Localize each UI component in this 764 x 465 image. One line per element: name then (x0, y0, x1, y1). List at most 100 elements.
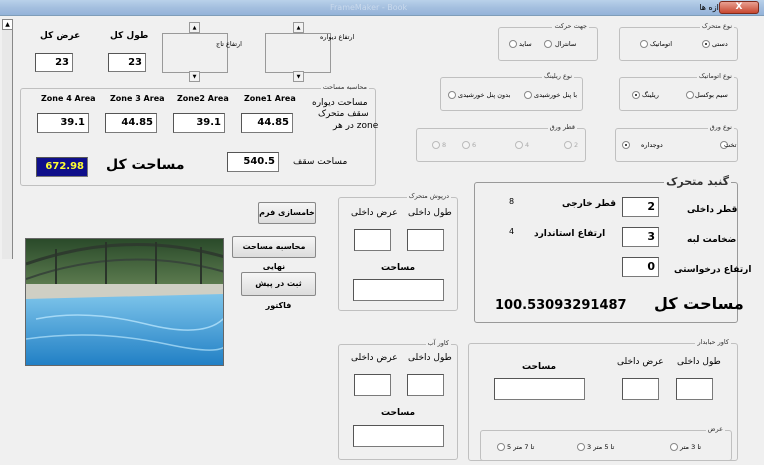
radio-dia-6-label: 6 (472, 141, 477, 149)
radio-dia-6[interactable] (462, 141, 470, 149)
crown-height-spinner[interactable] (162, 33, 228, 73)
total-width-label: عرض کل (40, 31, 81, 41)
wall-height-spin-down-icon[interactable]: ▼ (293, 71, 304, 82)
total-area-output: 672.98 (36, 157, 88, 177)
radio-dia-4[interactable] (515, 141, 523, 149)
total-length-input[interactable]: 23 (108, 53, 146, 72)
roof-area-label: مساحت سقف (293, 157, 348, 167)
dome-standard-height-value: 4 (509, 227, 515, 236)
radio-manual-label: دستی (712, 40, 728, 48)
total-width-input[interactable]: 23 (35, 53, 73, 72)
dome-requested-height-label: ارتفاع درخواستی (674, 265, 752, 275)
radio-manual[interactable] (702, 40, 710, 48)
scrollbar[interactable]: ▲ (2, 19, 13, 259)
radio-cable[interactable] (686, 91, 694, 99)
auto-type-title: نوع اتوماتیک (696, 72, 734, 80)
radio-side-label: ساید (519, 40, 532, 48)
radio-5-to-7m[interactable] (497, 443, 505, 451)
radio-with-solar[interactable] (524, 91, 532, 99)
fixed-cover-title: کاور حبابدار (695, 338, 731, 346)
radio-central[interactable] (544, 40, 552, 48)
radio-up-to-3m-label: تا 3 متر (680, 443, 702, 451)
dome-requested-height-input[interactable]: 0 (622, 257, 659, 277)
radio-dia-8[interactable] (432, 141, 440, 149)
motion-direction-title: جهت حرکت (552, 22, 589, 30)
radio-3-to-5m[interactable] (577, 443, 585, 451)
water-cover-width-input[interactable] (354, 374, 391, 396)
zone1-area-input[interactable]: 44.85 (241, 113, 293, 133)
dome-inner-dia-input[interactable]: 2 (622, 197, 659, 217)
moving-door-title: درپوش متحرک (406, 192, 451, 200)
crown-height-spin-down-icon[interactable]: ▼ (189, 71, 200, 82)
radio-3-to-5m-label: 3 تا 5 متر (587, 443, 615, 451)
radio-5-to-7m-label: 5 تا 7 متر (507, 443, 535, 451)
radio-with-solar-label: با پنل خورشیدی (534, 91, 578, 99)
wall-height-label: ارتفاع دیواره (320, 33, 355, 41)
radio-side[interactable] (509, 40, 517, 48)
total-length-label: طول کل (110, 31, 149, 41)
zone3-label: Zone 3 Area (110, 94, 165, 103)
final-area-calc-button[interactable]: محاسبه مساحت نهایی (232, 236, 316, 271)
radio-railing-label: ریلینگ (642, 91, 659, 99)
moving-door-area-label: مساحت (381, 263, 416, 273)
pool-enclosure-image (26, 239, 223, 365)
radio-double-wall-label: دوجداره (641, 141, 663, 149)
water-cover-width-label: عرض داخلی (351, 353, 398, 363)
radio-up-to-3m[interactable] (670, 443, 678, 451)
water-cover-area-input[interactable] (353, 425, 444, 447)
background-window-title: FrameMaker - Book (330, 3, 408, 12)
roof-area-input[interactable]: 540.5 (227, 152, 279, 172)
fixed-cover-width-input[interactable] (622, 378, 659, 400)
dome-total-area-label: مساحت کل (654, 294, 744, 313)
wall-height-spin-up-icon[interactable]: ▲ (293, 22, 304, 33)
fixed-cover-area-input[interactable] (494, 378, 585, 400)
reset-form-button[interactable]: خامسازی فرم (258, 202, 316, 224)
motion-type-title: نوع متحرک (699, 22, 734, 30)
zone2-area-input[interactable]: 39.1 (173, 113, 225, 133)
zone4-area-input[interactable]: 39.1 (37, 113, 89, 133)
moving-door-length-label: طول داخلی (408, 208, 452, 218)
dome-wall-thickness-label: ضخامت لبه (687, 235, 737, 245)
pool-photo (25, 238, 224, 366)
dome-outer-dia-value: 8 (509, 197, 515, 206)
radio-automatic[interactable] (640, 40, 648, 48)
sheet-type-title: نوع ورق (707, 123, 734, 131)
radio-without-solar[interactable] (448, 91, 456, 99)
crown-height-label: ارتفاع تاج (216, 40, 242, 48)
radio-railing[interactable] (632, 91, 640, 99)
scroll-up-arrow-icon[interactable]: ▲ (2, 19, 13, 30)
zone-desc-line2: سقف متحرک (318, 109, 369, 119)
total-area-label: مساحت کل (106, 157, 185, 173)
title-bar: FrameMaker - Book انتخاب اندازه ها X (0, 0, 764, 16)
water-cover-length-input[interactable] (407, 374, 444, 396)
area-calc-title: محاسبه مساحت (320, 83, 369, 91)
zone2-label: Zone2 Area (177, 94, 229, 103)
fixed-cover-length-input[interactable] (676, 378, 713, 400)
zone3-area-input[interactable]: 44.85 (105, 113, 157, 133)
radio-without-solar-label: بدون پنل خورشیدی (458, 91, 511, 99)
zone1-label: Zone1 Area (244, 94, 296, 103)
fixed-cover-width-group-title: عرض (705, 425, 725, 433)
radio-dia-2[interactable] (564, 141, 572, 149)
moving-door-width-input[interactable] (354, 229, 391, 251)
radio-dia-2-label: 2 (574, 141, 579, 149)
dome-inner-dia-label: قطر داخلی (687, 205, 738, 215)
radio-double-wall[interactable] (622, 141, 630, 149)
dome-wall-thickness-input[interactable]: 3 (622, 227, 659, 247)
dome-outer-dia-label: قطر خارجی (562, 199, 617, 209)
fixed-cover-area-label: مساحت (522, 362, 557, 372)
add-to-invoice-button[interactable]: ثبت در پیش فاکتور (241, 272, 316, 310)
radio-central-label: سانترال (555, 40, 577, 48)
zone4-label: Zone 4 Area (41, 94, 96, 103)
crown-height-spin-up-icon[interactable]: ▲ (189, 22, 200, 33)
water-cover-title: کاور آب (425, 339, 451, 347)
moving-door-length-input[interactable] (407, 229, 444, 251)
radio-automatic-label: اتوماتیک (650, 40, 673, 48)
fixed-cover-length-label: طول داخلی (677, 357, 721, 367)
water-cover-area-label: مساحت (381, 408, 416, 418)
dome-title: گنبد متحرک (664, 175, 731, 188)
zone-desc-line1: مساحت دیواره (312, 98, 368, 108)
moving-door-area-input[interactable] (353, 279, 444, 301)
water-cover-length-label: طول داخلی (408, 353, 452, 363)
close-button[interactable]: X (719, 1, 759, 14)
